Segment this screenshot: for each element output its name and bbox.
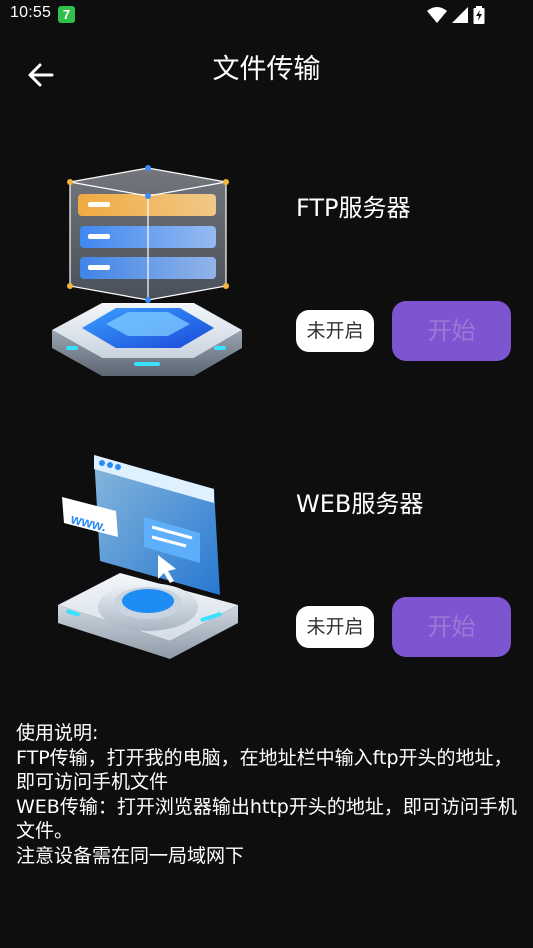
web-server-name: WEB服务器 [296,490,424,518]
instructions-ftp: FTP传输，打开我的电脑，在地址栏中输入ftp开头的地址，即可访问手机文件 [16,746,513,794]
battery-charging-icon [473,6,485,24]
web-status-badge: 未开启 [296,606,374,648]
ftp-server-illustration [44,158,249,383]
status-icons [427,6,503,24]
page-title: 文件传输 [212,54,321,85]
ftp-start-button[interactable]: 开始 [392,301,511,361]
wifi-icon [427,7,447,23]
web-server-illustration: www. [50,445,245,670]
instructions-title: 使用说明: [16,722,99,744]
instructions-web: WEB传输：打开浏览器输出http开头的地址，即可访问手机文件。 [16,795,517,843]
usage-instructions: 使用说明: FTP传输，打开我的电脑，在地址栏中输入ftp开头的地址，即可访问手… [16,721,521,868]
ftp-server-name: FTP服务器 [296,194,411,222]
notification-badge: 7 [58,6,75,23]
instructions-note: 注意设备需在同一局域网下 [16,844,245,867]
ftp-status-badge: 未开启 [296,310,374,352]
web-start-button[interactable]: 开始 [392,597,511,657]
signal-icon [452,7,468,23]
status-time: 10:55 [10,4,52,21]
status-bar: 10:55 7 [0,0,533,30]
navigation-bar [0,942,533,948]
